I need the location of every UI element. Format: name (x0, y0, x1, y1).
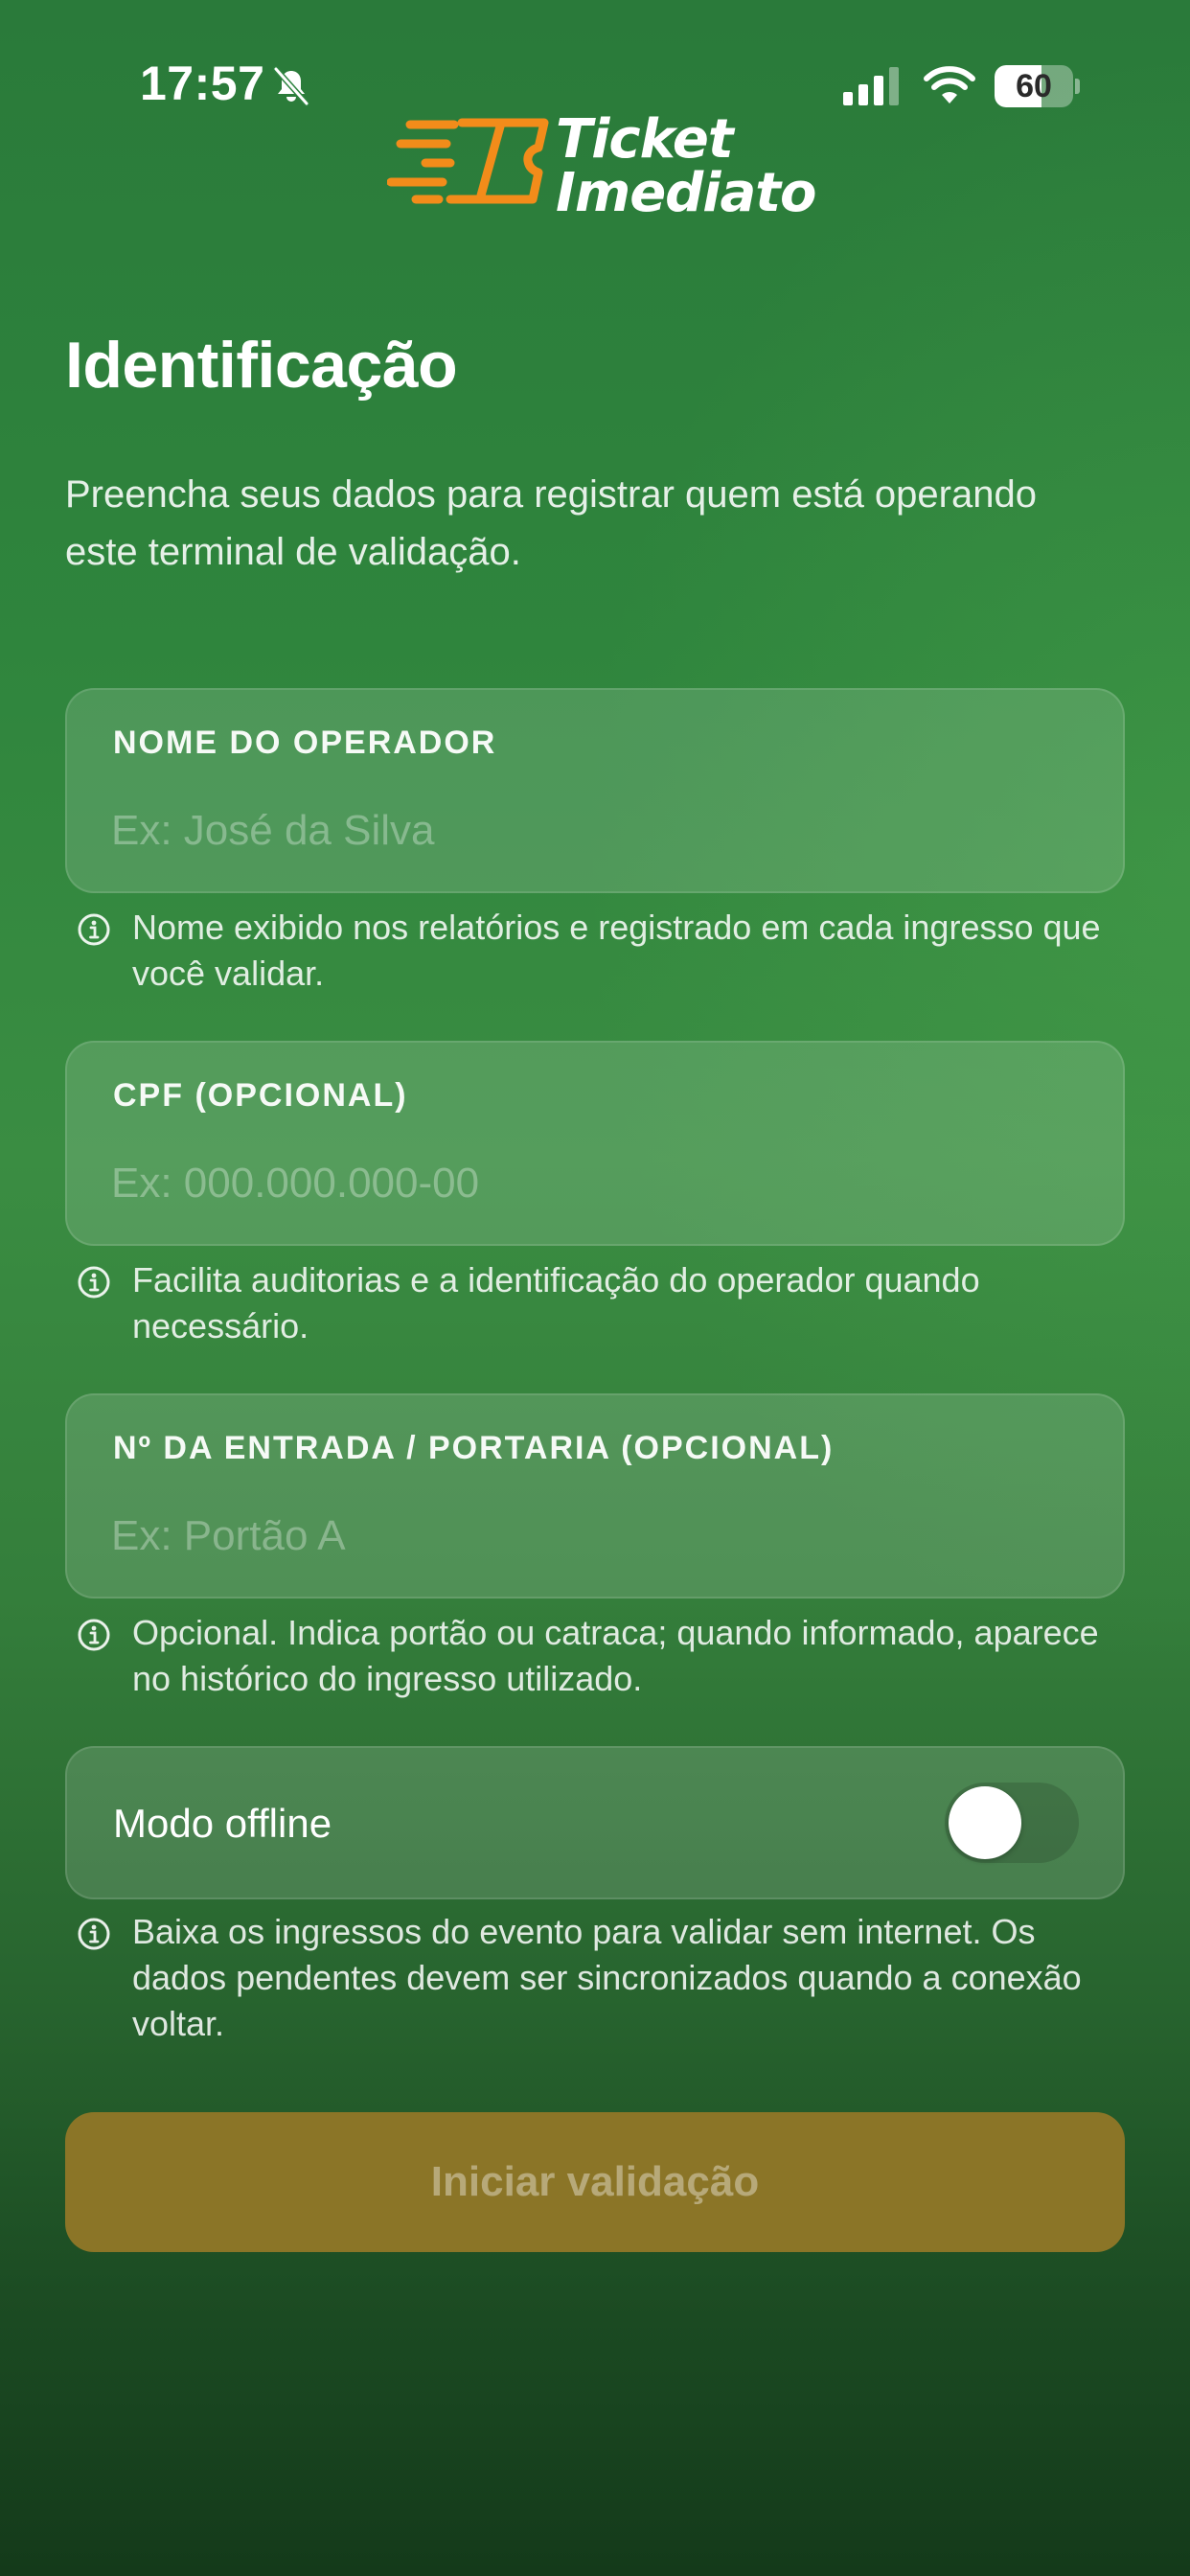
info-circle-icon (78, 1266, 110, 1299)
operator-name-hint-text: Nome exibido nos relatórios e registrado… (132, 908, 1101, 993)
toggle-knob (949, 1786, 1021, 1859)
ticket-speed-icon (387, 118, 549, 204)
info-circle-icon (78, 1619, 110, 1651)
offline-mode-row[interactable]: Modo offline (65, 1746, 1125, 1899)
start-validation-button[interactable]: Iniciar validação (65, 2112, 1125, 2252)
logo-line-2: Imediato (556, 162, 816, 224)
logo-line-1: Ticket (556, 108, 734, 171)
cpf-hint-text: Facilita auditorias e a identificação do… (132, 1260, 980, 1346)
logo-wordmark: Ticket Imediato (556, 108, 816, 224)
operator-name-label: NOME DO OPERADOR (113, 724, 497, 761)
cellular-signal-icon (843, 67, 899, 105)
cpf-input[interactable] (111, 1150, 1069, 1217)
cpf-field[interactable]: CPF (OPCIONAL) (65, 1041, 1125, 1246)
operator-name-input[interactable] (111, 797, 1069, 864)
info-circle-icon (78, 1918, 110, 1950)
battery-indicator: 60 (995, 65, 1080, 107)
battery-cap (1075, 79, 1080, 94)
identification-screen: 17:57 60 Ticket Imediato Identificação P… (0, 0, 1190, 2576)
battery-level: 60 (1016, 68, 1052, 104)
bell-slash-icon (273, 66, 309, 106)
wifi-icon (924, 66, 975, 104)
operator-name-field[interactable]: NOME DO OPERADOR (65, 688, 1125, 893)
entrance-hint-text: Opcional. Indica portão ou catraca; quan… (132, 1613, 1099, 1698)
cpf-label: CPF (OPCIONAL) (113, 1077, 408, 1114)
entrance-field[interactable]: Nº DA ENTRADA / PORTARIA (OPCIONAL) (65, 1393, 1125, 1598)
entrance-label: Nº DA ENTRADA / PORTARIA (OPCIONAL) (113, 1430, 835, 1466)
offline-mode-toggle[interactable] (945, 1782, 1079, 1863)
offline-mode-hint-text: Baixa os ingressos do evento para valida… (132, 1912, 1082, 2043)
app-logo: Ticket Imediato (387, 113, 816, 220)
entrance-input[interactable] (111, 1503, 1069, 1570)
page-title: Identificação (65, 329, 458, 402)
page-intro: Preencha seus dados para registrar quem … (65, 473, 1037, 573)
offline-mode-label: Modo offline (113, 1801, 332, 1846)
info-circle-icon (78, 913, 110, 946)
battery-body: 60 (995, 65, 1073, 107)
status-time: 17:57 (140, 57, 265, 110)
